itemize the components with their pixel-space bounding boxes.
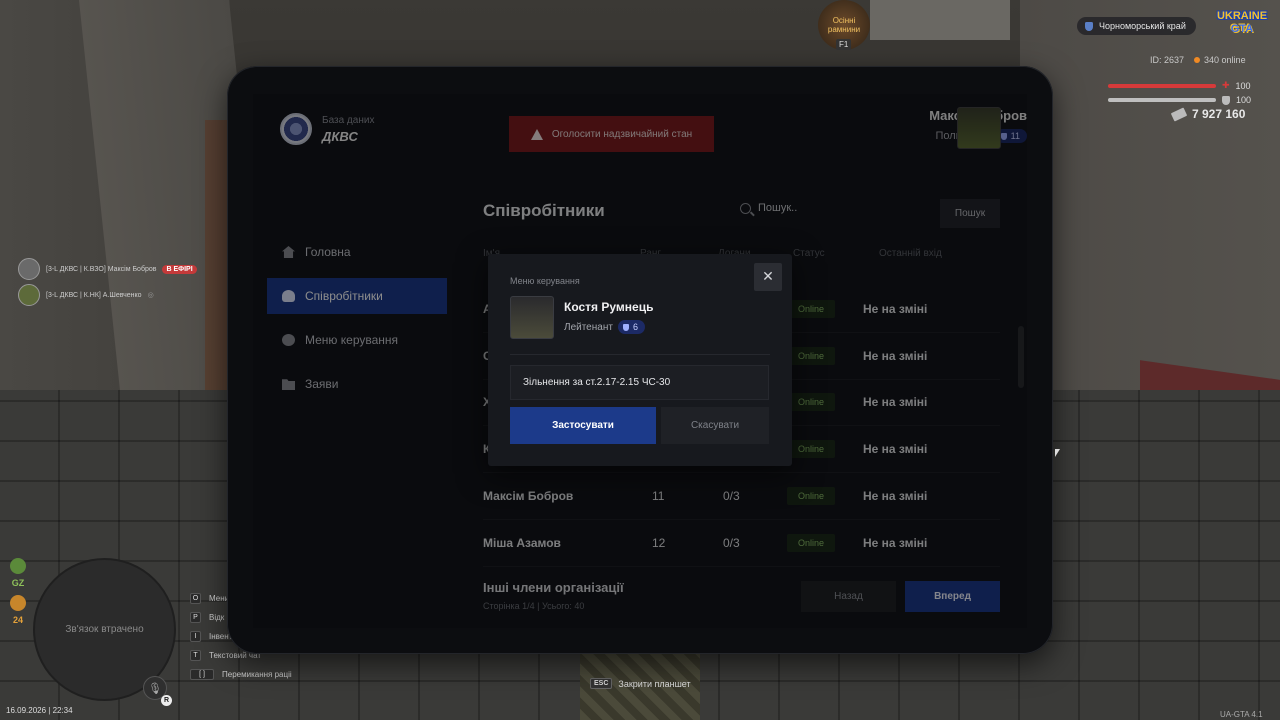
- online-dot-icon: [1194, 57, 1201, 63]
- region-label: Чорноморський край: [1099, 21, 1186, 31]
- voice-entry: [3-L ДКВС | К.НК] А.Шевченко ◎: [18, 284, 154, 306]
- employee-level-badge: 6: [617, 320, 645, 334]
- close-tablet-hint: ESC Закрити планшет: [590, 678, 691, 689]
- hotkey-key: O: [190, 593, 201, 604]
- hotkey-label: Відк: [209, 613, 225, 622]
- logo-line2: GTA: [1230, 23, 1254, 35]
- voice-entry-text: [3-L ДКВС | К.ВЗО] Максім Бобров: [46, 265, 157, 273]
- voice-entry-text: [3-L ДКВС | К.НК] А.Шевченко: [46, 291, 142, 299]
- player-id: ID: 2637: [1150, 55, 1185, 65]
- online-count-label: 340 online: [1204, 55, 1246, 65]
- logo-line1: UKRAINE: [1216, 10, 1268, 22]
- employee-level: 6: [632, 322, 638, 332]
- hunger-icon: [10, 595, 26, 611]
- speaker-icon: ◎: [147, 292, 154, 299]
- employee-rank: Лейтенант: [564, 321, 613, 333]
- close-icon[interactable]: ✕: [754, 263, 782, 291]
- hotkey-row: [ ] Перемикання раціі: [190, 665, 292, 684]
- modal-title: Меню керування: [510, 276, 580, 286]
- region-pill: Чорноморський край: [1077, 17, 1196, 35]
- date-time: 16.09.2026 | 22:34: [6, 706, 73, 715]
- armor-icon: [1222, 95, 1230, 105]
- health-bar-fill: [1108, 83, 1216, 88]
- mic-key-hint: R: [161, 695, 172, 706]
- hotkey-key: T: [190, 650, 201, 661]
- money-value: 7 927 160: [1192, 107, 1246, 121]
- no-signal-text: Зв'язок втрачено: [65, 623, 144, 635]
- gz-label: GZ: [11, 578, 25, 588]
- employee-name: Костя Румнець: [564, 300, 654, 314]
- live-badge: В ЕФІРІ: [162, 264, 197, 274]
- ceiling-sign: [870, 0, 1010, 40]
- rank-shield-icon: [622, 323, 629, 331]
- health-row: ✚ 100: [1108, 80, 1251, 91]
- avatar: [510, 296, 554, 339]
- hotkey-key: I: [190, 631, 201, 642]
- shield-status-icon: [10, 558, 26, 574]
- divider: [510, 354, 770, 355]
- voice-entry: [3-L ДКВС | К.ВЗО] Максім Бобров В ЕФІРІ: [18, 258, 197, 280]
- mouse-cursor-icon: [1055, 449, 1060, 457]
- management-modal: Меню керування ✕ Костя Румнець Лейтенант…: [488, 254, 792, 466]
- close-tablet-label: Закрити планшет: [618, 678, 691, 689]
- armor-bar-fill: [1108, 98, 1216, 102]
- server-logo: UKRAINE GTA: [1214, 10, 1270, 40]
- player-id-line: ID: 2637 340 online: [1150, 55, 1246, 65]
- apply-button[interactable]: Застосувати: [510, 407, 656, 444]
- health-value: 100: [1235, 80, 1251, 91]
- event-badge-text: Осінні рамнини: [827, 16, 861, 34]
- avatar: [18, 258, 40, 280]
- shield-icon: [1085, 21, 1093, 31]
- armor-bar: [1108, 98, 1216, 102]
- cash-icon: [1170, 106, 1188, 122]
- esc-key: ESC: [590, 678, 613, 689]
- health-bar: [1108, 83, 1216, 88]
- hotkey-key: P: [190, 612, 201, 623]
- armor-value: 100: [1236, 95, 1252, 105]
- hotkey-key: [ ]: [190, 669, 214, 680]
- employee-rank-line: Лейтенант 6: [564, 320, 645, 334]
- money-display: 7 927 160: [1170, 106, 1246, 122]
- hotkey-label: Перемикання раціі: [222, 670, 292, 679]
- heart-icon: ✚: [1222, 80, 1230, 90]
- version-label: UA-GTA 4.1: [1220, 710, 1263, 719]
- event-key-hint: F1: [836, 39, 852, 50]
- armor-row: 100: [1108, 95, 1251, 105]
- reason-input[interactable]: [510, 365, 769, 400]
- online-count: 340 online: [1194, 55, 1246, 65]
- cancel-button[interactable]: Скасувати: [661, 407, 769, 444]
- avatar: [18, 284, 40, 306]
- level-label: 24: [12, 615, 23, 625]
